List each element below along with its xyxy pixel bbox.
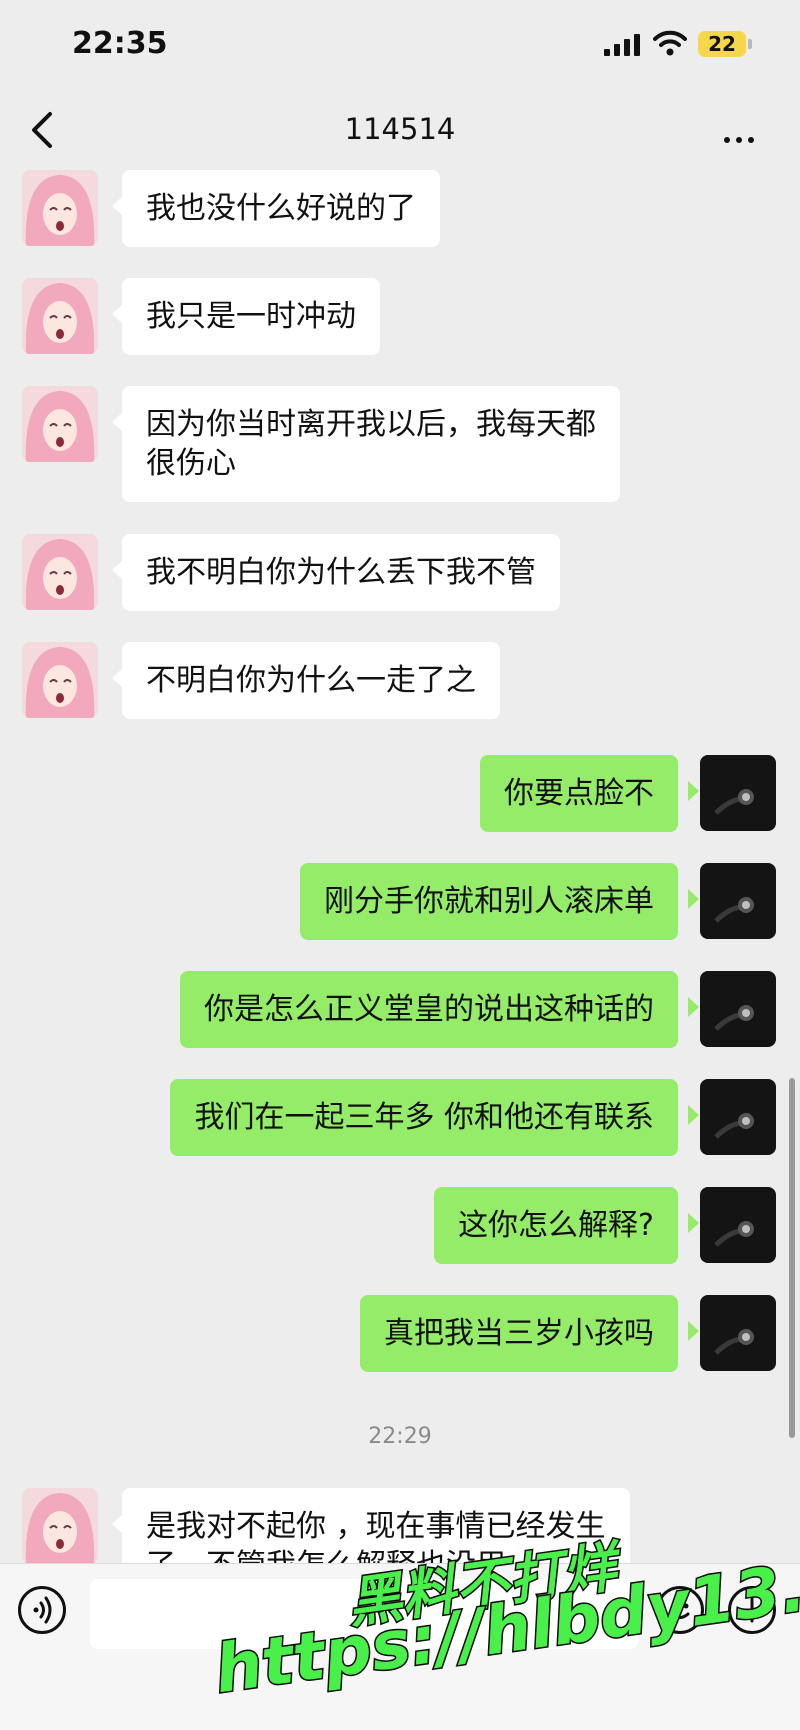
bubble-tail bbox=[688, 1213, 699, 1233]
chat-header: 114514 bbox=[0, 90, 800, 170]
signal-icon bbox=[604, 34, 640, 56]
voice-icon[interactable] bbox=[18, 1586, 66, 1634]
bubble-tail bbox=[688, 997, 699, 1017]
bubble-tail bbox=[688, 1321, 699, 1341]
message-bubble[interactable]: 不明白你为什么一走了之 bbox=[122, 642, 500, 719]
message-text: 我们在一起三年多 你和他还有联系 bbox=[194, 1100, 654, 1135]
message-text: 你要点脸不 bbox=[504, 776, 654, 811]
message-list[interactable]: 我也没什么好说的了 我只是一时冲动 因为你当时离开我以后，我每天都 很伤心 我不… bbox=[0, 170, 800, 1563]
self-avatar[interactable] bbox=[700, 971, 776, 1047]
message-bubble[interactable]: 我只是一时冲动 bbox=[122, 278, 380, 355]
voice-waves-icon bbox=[33, 1596, 52, 1624]
battery-icon: 22 bbox=[698, 31, 746, 57]
battery-level: 22 bbox=[708, 32, 736, 56]
message-text: 这你怎么解释? bbox=[458, 1208, 654, 1243]
contact-avatar[interactable] bbox=[22, 386, 98, 462]
bubble-tail bbox=[688, 889, 699, 909]
bubble-tail bbox=[688, 1105, 699, 1125]
message-bubble[interactable]: 我不明白你为什么丢下我不管 bbox=[122, 534, 560, 611]
message-text: 刚分手你就和别人滚床单 bbox=[324, 884, 654, 919]
battery-tip bbox=[748, 39, 752, 49]
message-text: 不明白你为什么一走了之 bbox=[146, 663, 476, 698]
message-text: 我只是一时冲动 bbox=[146, 299, 356, 334]
scrollbar[interactable] bbox=[789, 1078, 795, 1438]
contact-avatar[interactable] bbox=[22, 642, 98, 718]
self-avatar[interactable] bbox=[700, 1295, 776, 1371]
message-timestamp: 22:29 bbox=[368, 1424, 432, 1449]
contact-avatar[interactable] bbox=[22, 170, 98, 246]
message-text-line: 因为你当时离开我以后，我每天都 bbox=[146, 407, 596, 442]
bubble-tail bbox=[688, 781, 699, 801]
message-bubble[interactable]: 我们在一起三年多 你和他还有联系 bbox=[170, 1079, 678, 1156]
message-bubble[interactable]: 你是怎么正义堂皇的说出这种话的 bbox=[180, 971, 678, 1048]
self-avatar[interactable] bbox=[700, 1187, 776, 1263]
chat-title: 114514 bbox=[344, 112, 456, 146]
message-bubble[interactable]: 这你怎么解释? bbox=[434, 1187, 678, 1264]
contact-avatar[interactable] bbox=[22, 534, 98, 610]
self-avatar[interactable] bbox=[700, 1079, 776, 1155]
more-dots-icon[interactable] bbox=[724, 128, 764, 143]
contact-avatar[interactable] bbox=[22, 1488, 98, 1563]
message-bubble[interactable]: 你要点脸不 bbox=[480, 755, 678, 832]
contact-avatar[interactable] bbox=[22, 278, 98, 354]
message-text-line: 很伤心 bbox=[146, 446, 236, 481]
message-bubble[interactable]: 我也没什么好说的了 bbox=[122, 170, 440, 247]
wifi-icon bbox=[653, 30, 687, 56]
message-bubble[interactable]: 因为你当时离开我以后，我每天都 很伤心 bbox=[122, 386, 620, 502]
message-bubble[interactable]: 真把我当三岁小孩吗 bbox=[360, 1295, 678, 1372]
self-avatar[interactable] bbox=[700, 863, 776, 939]
status-time: 22:35 bbox=[72, 26, 168, 61]
message-text: 真把我当三岁小孩吗 bbox=[384, 1316, 654, 1351]
message-text: 你是怎么正义堂皇的说出这种话的 bbox=[204, 992, 654, 1027]
self-avatar[interactable] bbox=[700, 755, 776, 831]
message-bubble[interactable]: 刚分手你就和别人滚床单 bbox=[300, 863, 678, 940]
status-bar: 22:35 22 bbox=[0, 0, 800, 90]
message-text: 我也没什么好说的了 bbox=[146, 191, 416, 226]
message-text: 我不明白你为什么丢下我不管 bbox=[146, 555, 536, 590]
